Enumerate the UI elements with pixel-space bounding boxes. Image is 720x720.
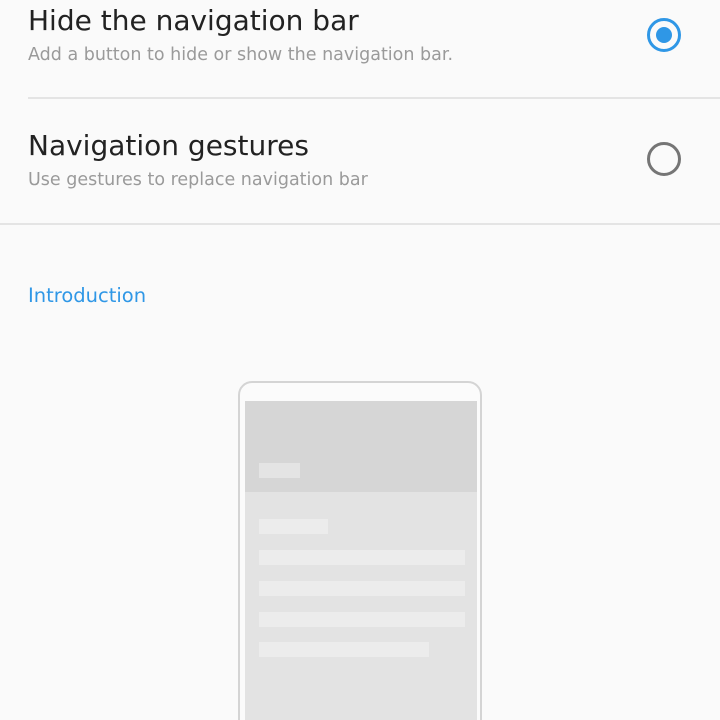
navigation-bar-settings-screen: Hide the navigation bar Add a button to … xyxy=(0,0,720,720)
placeholder-text-line xyxy=(259,550,465,565)
radio-dot-icon xyxy=(656,27,672,43)
placeholder-text-line xyxy=(259,642,429,657)
option-title: Navigation gestures xyxy=(28,129,309,162)
placeholder-text-line xyxy=(259,581,465,596)
placeholder-text-line xyxy=(259,612,465,627)
phone-screen xyxy=(245,401,477,720)
placeholder-text-line xyxy=(259,519,328,534)
placeholder-title-bar xyxy=(259,463,300,478)
divider xyxy=(0,223,720,225)
radio-button-unselected[interactable] xyxy=(647,142,681,176)
phone-illustration xyxy=(238,381,482,720)
section-header-introduction: Introduction xyxy=(28,284,147,307)
phone-app-header xyxy=(245,401,477,492)
option-subtitle: Use gestures to replace navigation bar xyxy=(28,170,368,190)
option-hide-navigation-bar[interactable]: Hide the navigation bar Add a button to … xyxy=(0,0,720,98)
option-title: Hide the navigation bar xyxy=(28,4,359,37)
radio-button-selected[interactable] xyxy=(647,18,681,52)
option-navigation-gestures[interactable]: Navigation gestures Use gestures to repl… xyxy=(0,98,720,225)
option-subtitle: Add a button to hide or show the navigat… xyxy=(28,45,454,65)
